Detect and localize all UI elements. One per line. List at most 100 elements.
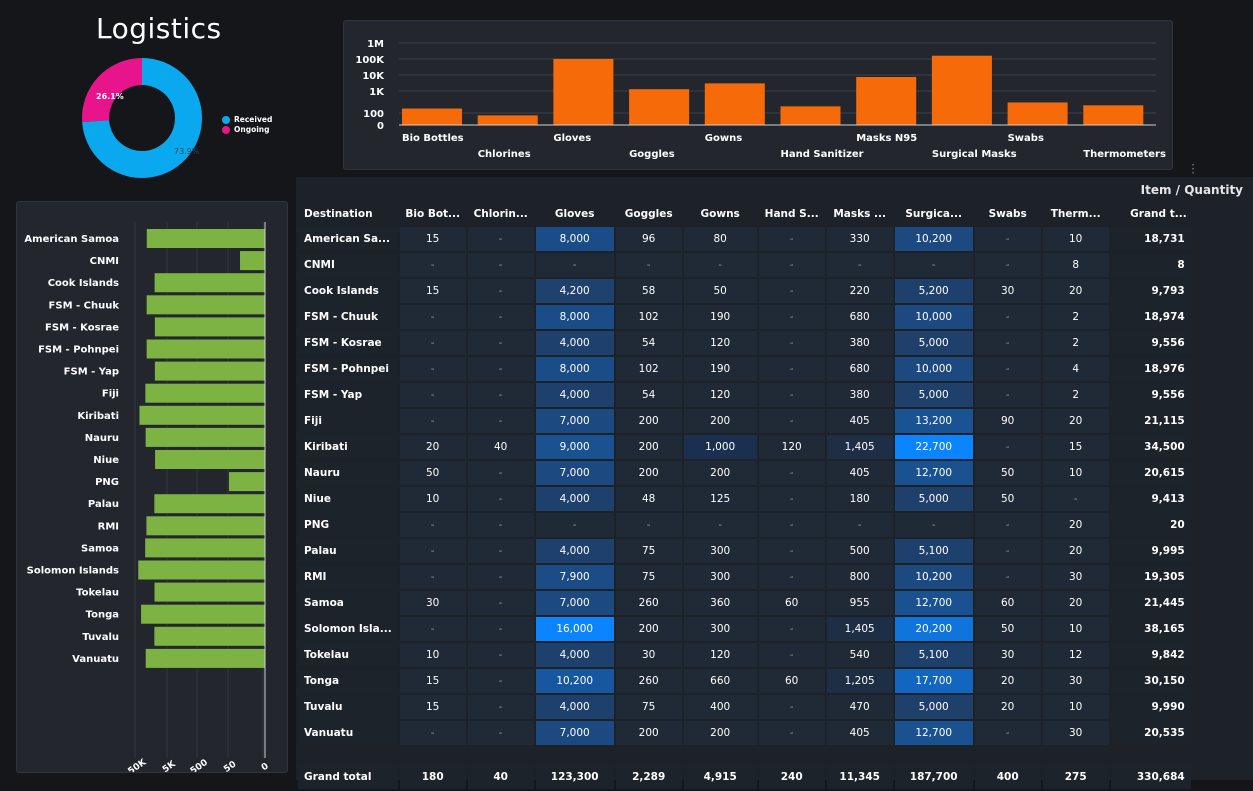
grand-total-cell: 2,289 <box>615 765 682 789</box>
table-cell: 96 <box>615 227 682 251</box>
table-cell: - <box>467 227 534 251</box>
column-header[interactable]: Hand S... <box>759 203 825 225</box>
table-row[interactable]: Nauru 50-7,000 200 200-405 12,700 50 10 20,615 <box>298 461 1191 485</box>
table-cell: 4,000 <box>535 539 614 563</box>
table-cell: 9,556 <box>1110 383 1191 407</box>
table-cell: 10 <box>1042 461 1109 485</box>
column-header[interactable]: Gloves <box>536 203 614 225</box>
bar <box>704 83 765 125</box>
table-row[interactable]: Kiribati 20 40 9,000 200 1,000 120 1,405 22,700-… <box>298 435 1191 459</box>
table-row[interactable]: Tokelau 10-4,000 30 120-540 5,100 30 12 9,842 <box>298 643 1191 667</box>
table-row[interactable]: American Sa... 15-8,000 96 80-330 10,200-10 1… <box>298 227 1191 251</box>
column-header[interactable]: Surgica... <box>895 203 973 225</box>
row-destination: Nauru <box>298 461 398 485</box>
grand-total-cell: 40 <box>467 765 534 789</box>
column-header[interactable]: Grand t... <box>1111 203 1191 225</box>
bar <box>145 427 265 447</box>
table-cell: 12,700 <box>894 721 973 745</box>
table-cell: 54 <box>615 383 682 407</box>
table-cell: 5,000 <box>894 695 973 719</box>
column-header[interactable]: Gowns <box>684 203 757 225</box>
table-cell: 8 <box>1110 253 1191 277</box>
table-cell: - <box>758 253 825 277</box>
row-destination: CNMI <box>298 253 398 277</box>
table-cell: 180 <box>826 487 893 511</box>
table-cell: 5,000 <box>894 383 973 407</box>
legend-item-received[interactable]: Received <box>222 115 272 125</box>
table-cell: 20 <box>1110 513 1191 537</box>
bar <box>138 560 265 580</box>
table-cell: 20,615 <box>1110 461 1191 485</box>
table-cell: - <box>467 565 534 589</box>
column-header[interactable]: Masks ... <box>827 203 893 225</box>
table-cell: - <box>467 461 534 485</box>
x-tick-label: 50K <box>126 757 149 772</box>
table-cell: 330 <box>826 227 893 251</box>
table-cell: 20 <box>1042 279 1109 303</box>
bar <box>154 273 265 293</box>
table-cell: - <box>758 279 825 303</box>
table-cell: 80 <box>683 227 757 251</box>
table-row[interactable]: RMI - -7,900 75 300-800 10,200-30 19,305 <box>298 565 1191 589</box>
table-row[interactable]: Niue 10-4,000 48 125-180 5,000 50-9,413 <box>298 487 1191 511</box>
bar <box>146 295 265 315</box>
table-cell: 1,405 <box>826 435 893 459</box>
table-cell: 15 <box>399 695 466 719</box>
table-row[interactable]: Vanuatu - -7,000 200 200-405 12,700-30 20,535 <box>298 721 1191 745</box>
column-header[interactable]: Goggles <box>616 203 682 225</box>
column-header[interactable]: Swabs <box>975 203 1041 225</box>
table-row[interactable]: CNMI - - - - - - - - -8 8 <box>298 253 1191 277</box>
table-cell: 200 <box>683 409 757 433</box>
table-row[interactable]: FSM - Kosrae - -4,000 54 120-380 5,000-2 9,556 <box>298 331 1191 355</box>
table-cell: 21,445 <box>1110 591 1191 615</box>
table-cell: 190 <box>683 305 757 329</box>
grand-total-cell: 4,915 <box>683 765 757 789</box>
grand-total-label: Grand total <box>298 765 398 789</box>
y-tick-label: Kiribati <box>77 411 119 422</box>
table-cell: 7,000 <box>535 721 614 745</box>
table-row[interactable]: Tonga 15-10,200 260 660 60 1,205 17,700 20 30 30,… <box>298 669 1191 693</box>
table-cell: 10,200 <box>535 669 614 693</box>
y-tick-label: Samoa <box>81 543 119 554</box>
bar <box>146 516 265 536</box>
table-cell: 9,793 <box>1110 279 1191 303</box>
table-row[interactable]: FSM - Yap - -4,000 54 120-380 5,000-2 9,556 <box>298 383 1191 407</box>
table-cell: - <box>826 253 893 277</box>
table-row[interactable]: Palau - -4,000 75 300-500 5,100-20 9,995 <box>298 539 1191 563</box>
column-header[interactable]: Therm... <box>1043 203 1109 225</box>
table-cell: 260 <box>615 591 682 615</box>
table-cell: - <box>758 357 825 381</box>
column-header[interactable]: Chlorin... <box>468 203 534 225</box>
y-tick-label: Palau <box>88 499 119 510</box>
table-cell: 30 <box>615 643 682 667</box>
table-row[interactable]: Cook Islands 15-4,200 58 50-220 5,200 30 20 9,7… <box>298 279 1191 303</box>
table-row[interactable]: PNG - - - - - - - - -20 20 <box>298 513 1191 537</box>
table-cell: - <box>758 695 825 719</box>
table-cell: 220 <box>826 279 893 303</box>
x-tick-label: Swabs <box>1008 133 1044 144</box>
table-cell: 10 <box>399 487 466 511</box>
table-cell: 60 <box>974 591 1041 615</box>
status-donut-chart: 26.1% 73.9% <box>74 56 214 186</box>
table-cell: - <box>615 253 682 277</box>
grand-total-cell: 187,700 <box>894 765 973 789</box>
table-row[interactable]: Fiji - -7,000 200 200-405 13,200 90 20 21,115 <box>298 409 1191 433</box>
table-row[interactable]: Solomon Isla... - -16,000 200 300-1,405 20,20… <box>298 617 1191 641</box>
table-row[interactable]: Tuvalu 15-4,000 75 400-470 5,000 20 10 9,990 <box>298 695 1191 719</box>
vertical-dots-icon[interactable]: · · · <box>1191 159 1195 179</box>
table-cell: 20 <box>974 669 1041 693</box>
legend-item-ongoing[interactable]: Ongoing <box>222 125 272 135</box>
table-cell: - <box>399 617 466 641</box>
pivot-table: Item / Quantity Destination Bio Bot... Chl… <box>296 177 1253 789</box>
x-tick-label: Gloves <box>553 133 591 144</box>
column-header[interactable]: Destination <box>298 203 398 225</box>
table-row[interactable]: FSM - Chuuk - -8,000 102 190-680 10,000-2 18,9… <box>298 305 1191 329</box>
table-cell: 18,974 <box>1110 305 1191 329</box>
table-cell: 4,200 <box>535 279 614 303</box>
column-header[interactable]: Bio Bot... <box>400 203 466 225</box>
table-row[interactable]: FSM - Pohnpei - -8,000 102 190-680 10,000-4 18… <box>298 357 1191 381</box>
table-row[interactable]: Samoa 30-7,000 260 360 60 955 12,700 60 20 21,445 <box>298 591 1191 615</box>
bar <box>229 472 265 492</box>
table-cell: - <box>467 513 534 537</box>
bar <box>240 251 265 271</box>
